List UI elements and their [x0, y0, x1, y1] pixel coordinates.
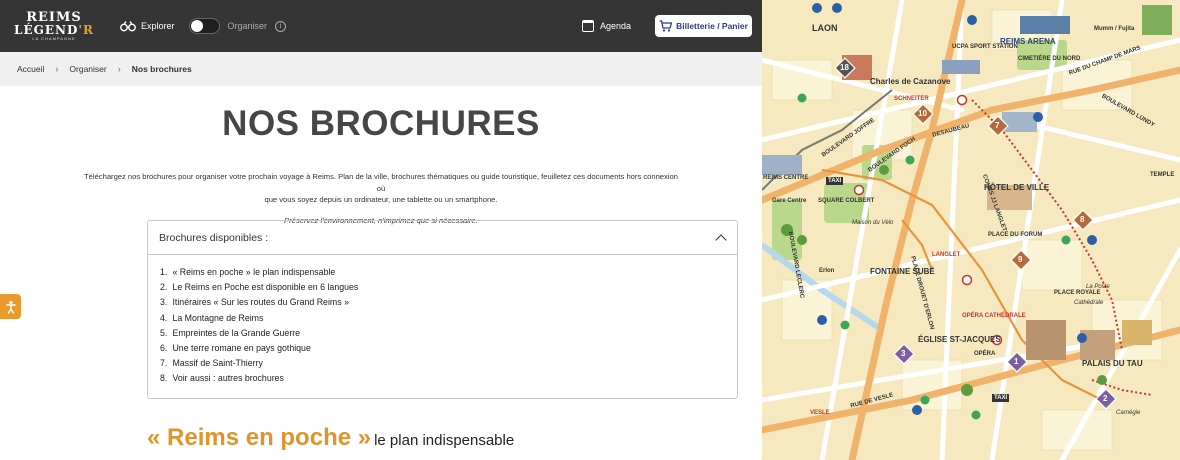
- calendar-icon: [581, 20, 594, 32]
- section-heading: « Reims en poche » le plan indispensable: [147, 424, 514, 452]
- map-label-maison-velo: Maison du Vélo: [852, 220, 894, 226]
- logo-line-3: LA CHAMPAGNE: [32, 36, 76, 41]
- map-marker-10: 10: [918, 109, 927, 118]
- accessibility-tab[interactable]: [0, 294, 21, 319]
- breadcrumb-accueil[interactable]: Accueil: [17, 64, 44, 74]
- intro-line-1: Téléchargez nos brochures pour organiser…: [84, 172, 678, 193]
- brochures-accordion: Brochures disponibles : 1. « Reims en po…: [147, 220, 738, 399]
- list-item[interactable]: 3. Itinéraires « Sur les routes du Grand…: [160, 295, 737, 310]
- map-label-laon: LAON: [812, 23, 838, 33]
- map-label-temple: TEMPLE: [1150, 172, 1175, 178]
- map-marker-8: 8: [1080, 215, 1085, 224]
- top-navigation-bar: REIMS LÉGEND'R LA CHAMPAGNE Explorer Org…: [0, 0, 762, 52]
- breadcrumb-current: Nos brochures: [131, 64, 192, 74]
- info-icon[interactable]: i: [275, 20, 287, 32]
- list-item[interactable]: 4. La Montagne de Reims: [160, 311, 737, 326]
- mode-toggle[interactable]: [188, 18, 220, 34]
- map-label-gare: Gare Centre: [772, 198, 807, 204]
- agenda-label: Agenda: [599, 21, 631, 31]
- map-label-place-forum: PLACE DU FORUM: [988, 232, 1043, 238]
- map-label-taxi-2: TAXI: [992, 394, 1010, 402]
- map-label-opera-cathedrale: OPÉRA CATHÉDRALE: [962, 313, 1026, 319]
- agenda-link[interactable]: Agenda: [581, 20, 631, 32]
- map-label-vesle: VESLE: [810, 410, 830, 416]
- list-item[interactable]: 8. Voir aussi : autres brochures: [160, 371, 737, 386]
- accessibility-icon: [5, 300, 16, 314]
- list-item[interactable]: 6. Une terre romane en pays gothique: [160, 341, 737, 356]
- chevron-right-icon: ›: [117, 64, 121, 74]
- map-label-fontaine: FONTAINE SUBÉ: [870, 267, 935, 276]
- map-label-erlon: Erlon: [819, 268, 835, 274]
- list-item[interactable]: 2. Le Reims en Poche est disponible en 6…: [160, 280, 737, 295]
- map-marker-2: 2: [1103, 394, 1108, 403]
- map-label-hotel-ville: HÔTEL DE VILLE: [984, 183, 1050, 192]
- breadcrumb: Accueil › Organiser › Nos brochures: [0, 52, 762, 86]
- intro-line-2: que vous soyez depuis un ordinateur, une…: [264, 195, 498, 204]
- map-marker-3: 3: [901, 349, 906, 358]
- map-label-reims-centre: REIMS CENTRE: [763, 175, 809, 181]
- section-subtitle: le plan indispensable: [374, 432, 515, 449]
- list-item[interactable]: 5. Empreintes de la Grande Guerre: [160, 326, 737, 341]
- map-drawing: [762, 0, 1180, 460]
- map-label-palais-tau: PALAIS DU TAU: [1082, 359, 1143, 368]
- map-label-reims-arena: REIMS ARENA: [1000, 37, 1056, 46]
- accordion-header[interactable]: Brochures disponibles :: [148, 221, 737, 255]
- list-item[interactable]: 1. « Reims en poche » le plan indispensa…: [160, 265, 737, 280]
- section-title: « Reims en poche »: [147, 424, 372, 451]
- binoculars-icon: [120, 21, 136, 32]
- map-label-carnegie: Carnégie: [1116, 410, 1141, 416]
- brochure-list: 1. « Reims en poche » le plan indispensa…: [148, 255, 737, 387]
- map-label-cimetiere: CIMETIÈRE DU NORD: [1018, 56, 1081, 62]
- list-item[interactable]: 7. Massif de Saint-Thierry: [160, 356, 737, 371]
- map-label-la-poste: La Poste: [1086, 284, 1110, 290]
- site-logo[interactable]: REIMS LÉGEND'R LA CHAMPAGNE: [14, 11, 95, 41]
- map-marker-1: 1: [1014, 357, 1019, 366]
- map-label-opera: OPÉRA: [974, 351, 996, 357]
- map-label-langlet: LANGLET: [932, 252, 961, 258]
- chevron-up-icon[interactable]: [715, 233, 727, 246]
- map-label-taxi-1: TAXI: [826, 177, 844, 185]
- intro-text: Téléchargez nos brochures pour organiser…: [81, 171, 681, 206]
- logo-line-2: LÉGEND'R: [14, 23, 95, 37]
- map-label-mumm: Mumm / Fujita: [1094, 26, 1135, 32]
- city-map-image: LAON UCPA SPORT STATION REIMS ARENA CIME…: [762, 0, 1180, 460]
- map-label-cathedrale: Cathédrale: [1074, 300, 1104, 306]
- map-marker-7: 7: [995, 121, 1000, 130]
- organiser-mode-label[interactable]: Organiser: [228, 21, 268, 31]
- accordion-title: Brochures disponibles :: [159, 231, 269, 244]
- explorer-mode-label[interactable]: Explorer: [141, 21, 175, 31]
- map-label-charles: Charles de Cazanove: [870, 77, 951, 86]
- billetterie-label: Billetterie / Panier: [676, 21, 748, 31]
- map-marker-18: 18: [840, 63, 849, 72]
- cart-icon: [659, 20, 673, 32]
- page-title: NOS BROCHURES: [222, 104, 540, 143]
- map-marker-9: 9: [1018, 255, 1023, 264]
- map-label-square-colbert: SQUARE COLBERT: [818, 198, 875, 204]
- content-pane: REIMS LÉGEND'R LA CHAMPAGNE Explorer Org…: [0, 0, 762, 460]
- map-label-place-royale: PLACE ROYALE: [1054, 290, 1101, 296]
- map-label-schneiter: SCHNEITER: [894, 96, 929, 102]
- toggle-knob: [190, 20, 203, 32]
- breadcrumb-organiser[interactable]: Organiser: [69, 64, 106, 74]
- map-label-eglise: ÉGLISE ST-JACQUES: [918, 335, 1001, 344]
- chevron-right-icon: ›: [55, 64, 59, 74]
- mode-switcher: Explorer Organiser i: [120, 18, 287, 34]
- billetterie-button[interactable]: Billetterie / Panier: [655, 15, 752, 37]
